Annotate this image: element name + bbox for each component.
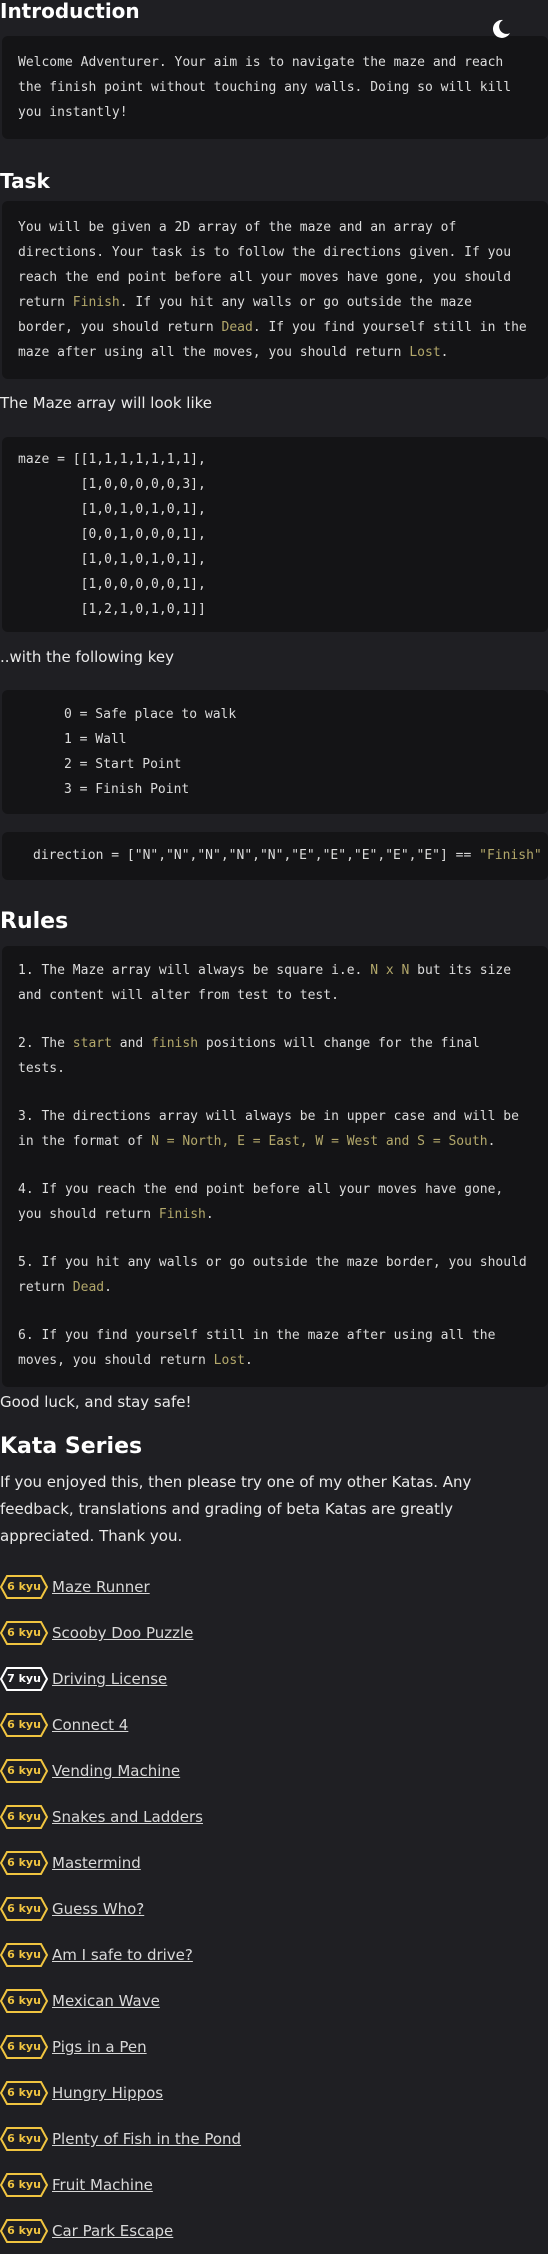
kata-link-guess-who[interactable]: Guess Who? [52,1900,144,1918]
rank-badge: 6 kyu [0,1759,48,1783]
list-item: 6 kyu Fruit Machine [0,2162,548,2208]
rank-badge: 7 kyu [0,1667,48,1691]
rank-badge: 6 kyu [0,1805,48,1829]
kata-link-mastermind[interactable]: Mastermind [52,1854,141,1872]
list-item: 6 kyu Vending Machine [0,1748,548,1794]
kata-list: 6 kyu Maze Runner 6 kyu Scooby Doo Puzzle … [0,1564,548,2254]
kata-link-snakes-and-ladders[interactable]: Snakes and Ladders [52,1808,203,1826]
list-item: 6 kyu Snakes and Ladders [0,1794,548,1840]
kata-link-mexican-wave[interactable]: Mexican Wave [52,1992,160,2010]
rank-badge: 6 kyu [0,1943,48,1967]
rules-heading: Rules [0,909,69,934]
rank-badge: 6 kyu [0,2035,48,2059]
rule-3: 3. The directions array will always be i… [18,1109,519,1149]
kata-link-connect-4[interactable]: Connect 4 [52,1716,128,1734]
intro-text: Welcome Adventurer. Your aim is to navig… [2,36,548,139]
rank-badge: 6 kyu [0,1989,48,2013]
good-luck-text: Good luck, and stay safe! [0,1393,192,1411]
kata-link-maze-runner[interactable]: Maze Runner [52,1578,150,1596]
kata-description: Introduction Welcome Adventurer. Your ai… [0,0,548,2254]
rank-badge: 6 kyu [0,1851,48,1875]
rule-2: 2. The start and finish positions will c… [18,1036,480,1076]
series-intro: If you enjoyed this, then please try one… [0,1473,472,1545]
list-item: 6 kyu Am I safe to drive? [0,1932,548,1978]
task-text: You will be given a 2D array of the maze… [2,201,548,379]
list-item: 6 kyu Mexican Wave [0,1978,548,2024]
rules-block: 1. The Maze array will always be square … [2,946,548,1387]
key-code-block: 0 = Safe place to walk 1 = Wall 2 = Star… [2,690,548,814]
dead-code: Dead [221,320,253,335]
kata-link-hungry-hippos[interactable]: Hungry Hippos [52,2084,163,2102]
list-item: 7 kyu Driving License [0,1656,548,1702]
rule-4: 4. If you reach the end point before all… [18,1182,504,1222]
rank-badge: 6 kyu [0,1575,48,1599]
rank-badge: 6 kyu [0,2219,48,2243]
rank-badge: 6 kyu [0,2081,48,2105]
rank-badge: 6 kyu [0,2173,48,2197]
rank-badge: 6 kyu [0,1713,48,1737]
kata-link-fruit-machine[interactable]: Fruit Machine [52,2176,153,2194]
list-item: 6 kyu Car Park Escape [0,2208,548,2254]
kata-link-car-park-escape[interactable]: Car Park Escape [52,2222,173,2240]
maze-code-block: maze = [[1,1,1,1,1,1,1], [1,0,0,0,0,0,3]… [2,437,548,632]
lost-code: Lost [409,345,441,360]
moon-icon[interactable] [490,18,512,40]
list-item: 6 kyu Guess Who? [0,1886,548,1932]
direction-code-block: direction = ["N","N","N","N","N","E","E"… [2,832,548,880]
finish-code: Finish [72,295,120,310]
kata-link-am-i-safe-to-drive[interactable]: Am I safe to drive? [52,1946,193,1964]
kata-link-driving-license[interactable]: Driving License [52,1670,167,1688]
rank-badge: 6 kyu [0,2127,48,2151]
list-item: 6 kyu Maze Runner [0,1564,548,1610]
maze-intro: The Maze array will look like [0,394,212,412]
list-item: 6 kyu Pigs in a Pen [0,2024,548,2070]
key-intro: ..with the following key [0,648,174,666]
list-item: 6 kyu Hungry Hippos [0,2070,548,2116]
kata-link-vending-machine[interactable]: Vending Machine [52,1762,180,1780]
list-item: 6 kyu Connect 4 [0,1702,548,1748]
task-heading: Task [0,169,50,193]
list-item: 6 kyu Mastermind [0,1840,548,1886]
series-heading: Kata Series [0,1434,143,1459]
list-item: 6 kyu Scooby Doo Puzzle [0,1610,548,1656]
list-item: 6 kyu Plenty of Fish in the Pond [0,2116,548,2162]
kata-link-plenty-of-fish[interactable]: Plenty of Fish in the Pond [52,2130,241,2148]
direction-result: "Finish" [479,848,542,863]
rule-6: 6. If you find yourself still in the maz… [18,1328,496,1368]
rule-1: 1. The Maze array will always be square … [18,963,512,1003]
intro-heading: Introduction [0,0,140,23]
rule-5: 5. If you hit any walls or go outside th… [18,1255,527,1295]
kata-link-pigs-in-a-pen[interactable]: Pigs in a Pen [52,2038,147,2056]
rank-badge: 6 kyu [0,1897,48,1921]
kata-link-scooby-doo-puzzle[interactable]: Scooby Doo Puzzle [52,1624,193,1642]
rank-badge: 6 kyu [0,1621,48,1645]
